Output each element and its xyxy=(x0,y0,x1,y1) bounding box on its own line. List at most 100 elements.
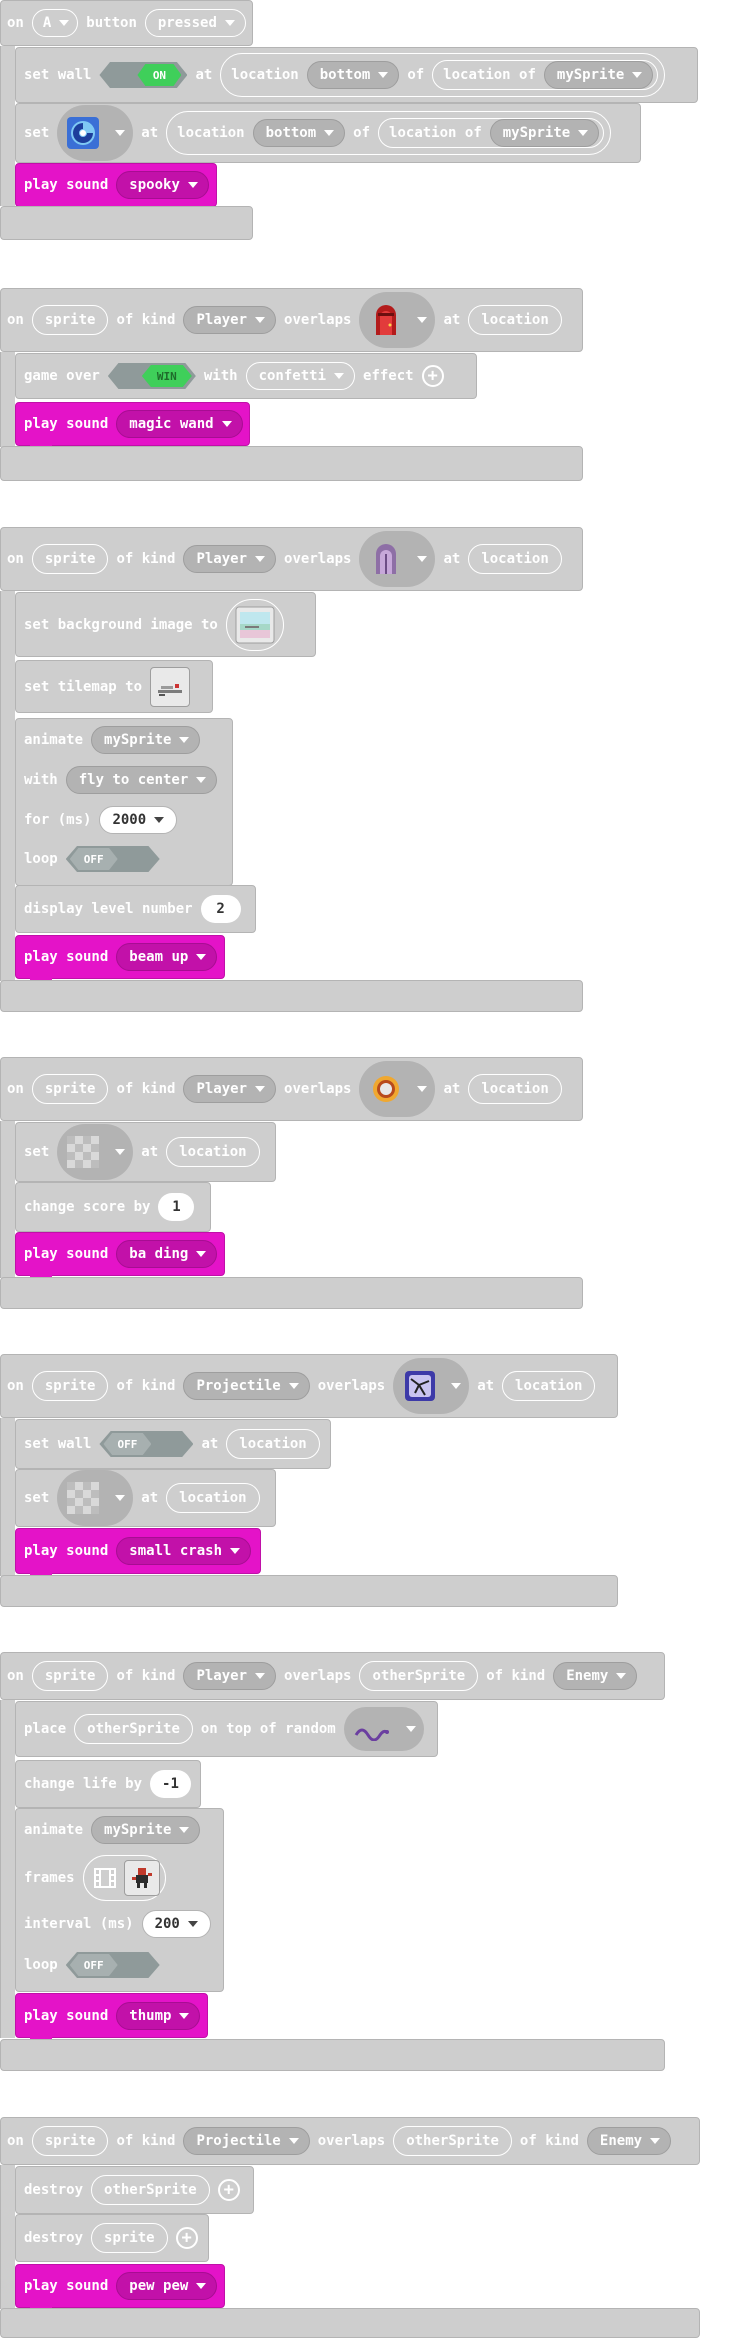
sprite-reporter[interactable]: sprite xyxy=(91,2223,168,2253)
sprite-dropdown[interactable]: mySprite xyxy=(91,726,201,754)
tilemap-picker[interactable] xyxy=(150,666,191,707)
loop-toggle[interactable]: OFF xyxy=(65,1952,160,1978)
add-parameter-icon[interactable]: + xyxy=(217,2179,240,2201)
location-reporter[interactable]: location bottom of location of mySprite xyxy=(166,111,612,155)
set-wall-block[interactable]: set wall OFF at location xyxy=(15,1419,331,1469)
animate-frames-block[interactable]: animate mySprite frames interval (ms) 20… xyxy=(15,1808,224,1992)
place-on-tile-block[interactable]: place otherSprite on top of random xyxy=(15,1701,438,1757)
sound-dropdown[interactable]: beam up xyxy=(116,943,218,971)
sound-dropdown[interactable]: ba ding xyxy=(116,1240,218,1268)
sound-dropdown[interactable]: spooky xyxy=(116,171,209,199)
sound-dropdown[interactable]: pew pew xyxy=(116,2272,218,2300)
tile-picker[interactable] xyxy=(393,1358,470,1414)
set-tilemap-block[interactable]: set tilemap to xyxy=(15,660,213,713)
sprite-dropdown[interactable]: mySprite xyxy=(489,119,600,147)
set-tile-block[interactable]: set at location xyxy=(15,1122,276,1182)
location-side-dropdown[interactable]: bottom xyxy=(252,119,346,147)
game-over-block[interactable]: game over WIN with confetti effect + xyxy=(15,353,477,399)
kind-dropdown[interactable]: Player xyxy=(183,1075,277,1103)
event-dropdown[interactable]: pressed xyxy=(144,9,246,37)
set-wall-block[interactable]: set wall ON at location bottom of locati… xyxy=(15,47,698,103)
level-number-input[interactable]: 2 xyxy=(200,895,241,923)
hat-block[interactable]: on sprite of kind Player overlaps at loc… xyxy=(0,288,583,352)
animation-effect-dropdown[interactable]: fly to center xyxy=(65,766,218,794)
other-sprite-reporter[interactable]: otherSprite xyxy=(91,2175,210,2205)
location-of-reporter[interactable]: location of mySprite xyxy=(432,60,659,90)
play-sound-block[interactable]: play sound spooky xyxy=(15,163,217,215)
tile-picker[interactable] xyxy=(57,1124,134,1180)
tile-picker[interactable] xyxy=(359,1061,436,1117)
tile-picker[interactable] xyxy=(57,105,134,161)
tile-picker[interactable] xyxy=(359,531,436,587)
location-reporter[interactable]: location xyxy=(166,1137,260,1167)
hat-block[interactable]: on A button pressed xyxy=(0,0,253,46)
display-level-block[interactable]: display level number 2 xyxy=(15,885,256,933)
play-sound-block[interactable]: play sound ba ding xyxy=(15,1232,225,1284)
set-background-block[interactable]: set background image to xyxy=(15,592,316,657)
wall-toggle[interactable]: OFF xyxy=(99,1431,194,1457)
kind-dropdown[interactable]: Projectile xyxy=(183,1372,310,1400)
kind-dropdown[interactable]: Projectile xyxy=(183,2127,310,2155)
kind-dropdown[interactable]: Player xyxy=(183,545,277,573)
kind-dropdown[interactable]: Player xyxy=(183,1662,277,1690)
location-reporter[interactable]: location xyxy=(468,1074,562,1104)
interval-dropdown[interactable]: 200 xyxy=(141,1910,211,1938)
sound-dropdown[interactable]: thump xyxy=(116,2001,201,2030)
location-reporter[interactable]: location xyxy=(166,1483,260,1513)
play-sound-block[interactable]: play sound beam up xyxy=(15,935,225,987)
background-image-picker[interactable] xyxy=(225,598,284,651)
location-of-reporter[interactable]: location of mySprite xyxy=(378,118,605,148)
sprite-reporter[interactable]: sprite xyxy=(31,305,109,335)
tile-picker[interactable] xyxy=(343,1707,424,1751)
add-parameter-icon[interactable]: + xyxy=(421,365,444,387)
life-change-input[interactable]: -1 xyxy=(150,1770,191,1798)
add-parameter-icon[interactable]: + xyxy=(175,2227,198,2249)
hat-block[interactable]: on sprite of kind Player overlaps at loc… xyxy=(0,527,583,591)
kind-dropdown-2[interactable]: Enemy xyxy=(586,2127,672,2155)
play-sound-block[interactable]: play sound thump xyxy=(15,1993,208,2046)
tile-picker[interactable] xyxy=(57,1470,134,1526)
other-sprite-reporter[interactable]: otherSprite xyxy=(359,1661,479,1691)
destroy-block[interactable]: destroy otherSprite + xyxy=(15,2166,254,2214)
animate-block[interactable]: animate mySprite with fly to center for … xyxy=(15,718,233,886)
sprite-reporter[interactable]: sprite xyxy=(31,544,109,574)
set-tile-block[interactable]: set at location xyxy=(15,1469,276,1527)
sound-dropdown[interactable]: magic wand xyxy=(116,410,243,438)
frames-picker[interactable] xyxy=(82,1855,166,1901)
tile-picker[interactable] xyxy=(359,292,436,348)
change-life-block[interactable]: change life by -1 xyxy=(15,1760,201,1808)
hat-block[interactable]: on sprite of kind Player overlaps otherS… xyxy=(0,1652,665,1700)
location-reporter[interactable]: location xyxy=(468,544,562,574)
hat-block[interactable]: on sprite of kind Projectile overlaps ot… xyxy=(0,2117,700,2165)
play-sound-block[interactable]: play sound pew pew xyxy=(15,2264,225,2316)
location-side-dropdown[interactable]: bottom xyxy=(306,61,400,89)
change-score-block[interactable]: change score by 1 xyxy=(15,1182,211,1232)
wall-toggle[interactable]: ON xyxy=(99,62,188,88)
hat-block[interactable]: on sprite of kind Projectile overlaps at… xyxy=(0,1354,618,1418)
other-sprite-reporter[interactable]: otherSprite xyxy=(393,2126,512,2156)
sprite-reporter[interactable]: sprite xyxy=(31,1371,109,1401)
location-reporter[interactable]: location xyxy=(502,1371,596,1401)
location-reporter[interactable]: location bottom of location of mySprite xyxy=(220,53,666,97)
sound-dropdown[interactable]: small crash xyxy=(116,1537,252,1565)
duration-dropdown[interactable]: 2000 xyxy=(99,806,178,834)
sprite-dropdown[interactable]: mySprite xyxy=(543,61,654,89)
location-reporter[interactable]: location xyxy=(468,305,562,335)
sprite-dropdown[interactable]: mySprite xyxy=(91,1816,201,1844)
hat-block[interactable]: on sprite of kind Player overlaps at loc… xyxy=(0,1057,583,1121)
set-tile-block[interactable]: set at location bottom of location of my… xyxy=(15,103,641,163)
win-toggle[interactable]: WIN xyxy=(107,363,196,389)
button-dropdown[interactable]: A xyxy=(31,9,79,37)
kind-dropdown[interactable]: Player xyxy=(183,306,277,334)
play-sound-block[interactable]: play sound magic wand xyxy=(15,402,250,454)
sprite-reporter[interactable]: sprite xyxy=(31,1661,109,1691)
kind-dropdown-2[interactable]: Enemy xyxy=(553,1662,638,1690)
score-change-input[interactable]: 1 xyxy=(158,1193,195,1221)
other-sprite-reporter[interactable]: otherSprite xyxy=(74,1714,193,1744)
effect-dropdown[interactable]: confetti xyxy=(245,362,356,390)
sprite-reporter[interactable]: sprite xyxy=(31,2126,109,2156)
loop-toggle[interactable]: OFF xyxy=(65,846,160,872)
play-sound-block[interactable]: play sound small crash xyxy=(15,1528,261,1582)
sprite-reporter[interactable]: sprite xyxy=(31,1074,109,1104)
location-reporter[interactable]: location xyxy=(226,1429,320,1459)
